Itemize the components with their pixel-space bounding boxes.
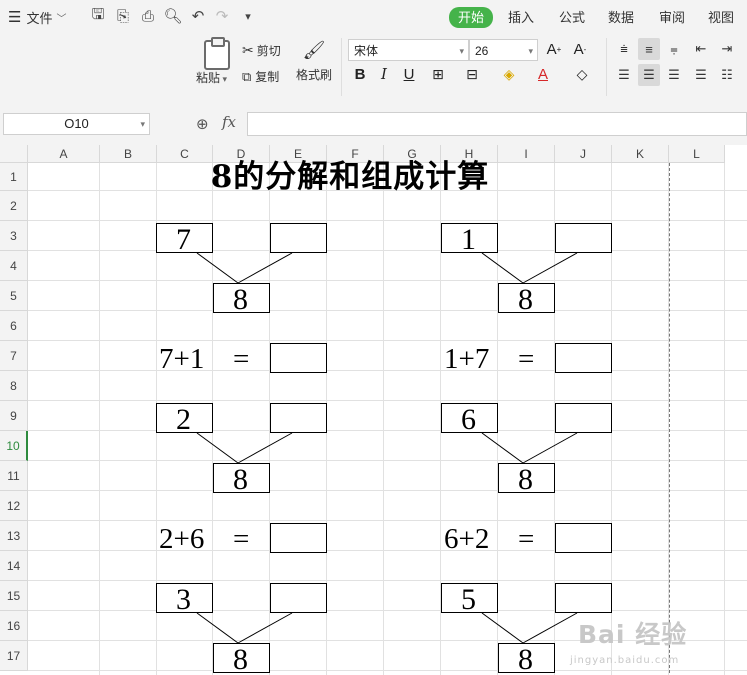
tab-insert[interactable]: 插入 <box>508 8 534 28</box>
right-equals-2: = <box>518 523 535 555</box>
cut-button[interactable]: ✂ 剪切 <box>242 42 281 59</box>
print-icon[interactable]: ⎙ <box>138 6 158 26</box>
cut-label: 剪切 <box>256 44 281 58</box>
format-painter-icon: 🖌︎ <box>302 40 326 60</box>
format-painter-label: 格式刷 <box>296 68 333 82</box>
font-name-select[interactable]: 宋体 ▾ <box>348 39 469 61</box>
left-answer-box-3[interactable] <box>270 583 327 613</box>
tab-review[interactable]: 审阅 <box>659 8 685 28</box>
border-icon[interactable]: ⊞ <box>428 62 448 86</box>
chevron-down-icon: ▾ <box>140 119 145 129</box>
paste-icon <box>204 37 230 70</box>
chevron-down-icon: ﹀ <box>56 13 67 25</box>
align-top-icon[interactable]: ⩧ <box>613 38 635 60</box>
align-bottom-icon[interactable]: ⩦ <box>663 38 685 60</box>
hamburger-icon: ☰ <box>8 9 22 26</box>
font-size-select[interactable]: 26 ▾ <box>469 39 538 61</box>
align-middle-icon[interactable]: ≡ <box>638 38 660 60</box>
copy-icon: ⧉ <box>242 68 252 84</box>
copy-label: 复制 <box>255 70 280 84</box>
right-equation-answer-box-1[interactable] <box>555 343 612 373</box>
right-bottom-number-2: 8 <box>518 463 533 496</box>
tab-formula[interactable]: 公式 <box>559 8 585 28</box>
save-icon[interactable]: 🖫 <box>88 6 108 26</box>
right-bottom-number-1: 8 <box>518 283 533 316</box>
left-top-number-2: 2 <box>176 403 191 436</box>
format-painter-button[interactable]: 🖌︎ 格式刷 <box>296 40 332 83</box>
fx-icon[interactable]: fx <box>222 113 236 131</box>
watermark-url: jingyan.baidu.com <box>570 655 680 666</box>
right-equation-answer-box-2[interactable] <box>555 523 612 553</box>
left-answer-box-2[interactable] <box>270 403 327 433</box>
right-bottom-number-3: 8 <box>518 643 533 675</box>
underline-icon[interactable]: U <box>399 62 419 86</box>
print-preview-icon[interactable]: 🔍︎ <box>163 6 183 26</box>
redo-icon[interactable]: ↷ <box>212 6 232 26</box>
undo-icon[interactable]: ↶ <box>188 6 208 26</box>
decrease-font-icon[interactable]: A- <box>570 37 590 61</box>
connector-lines <box>196 252 578 644</box>
italic-icon[interactable]: I <box>374 62 394 86</box>
font-size-value: 26 <box>475 44 489 58</box>
left-equation-2: 2+6 <box>159 523 205 555</box>
menu-bar: ☰ 文件 ﹀ 🖫 ⎘ ⎙ 🔍︎ ↶ ↷ ▾ 开始 插入 公式 数据 审阅 视图 <box>0 0 747 34</box>
export-icon[interactable]: ⎘ <box>113 6 133 26</box>
scissors-icon: ✂ <box>242 42 254 58</box>
name-box[interactable]: O10 ▾ <box>3 113 150 135</box>
formula-bar: O10 ▾ ⊕ fx <box>0 101 747 145</box>
align-left-icon[interactable]: ☰ <box>613 64 635 86</box>
left-equation-answer-box-1[interactable] <box>270 343 327 373</box>
font-color-icon[interactable]: A <box>533 62 553 86</box>
increase-font-icon[interactable]: A + <box>544 37 564 61</box>
right-answer-box-3[interactable] <box>555 583 612 613</box>
chevron-down-icon: ▾ <box>459 46 464 56</box>
tab-view[interactable]: 视图 <box>708 8 734 28</box>
clear-format-icon[interactable]: ◇ <box>572 62 592 86</box>
ribbon: ☰ 文件 ﹀ 🖫 ⎘ ⎙ 🔍︎ ↶ ↷ ▾ 开始 插入 公式 数据 审阅 视图 … <box>0 0 747 102</box>
right-equals-1: = <box>518 343 535 375</box>
spreadsheet-grid[interactable]: ABCDEFGHIJKL 1 2 3 4 5 6 7 8 9 10 11 12 13 14 15 16 17 8… <box>0 145 747 675</box>
right-answer-box-2[interactable] <box>555 403 612 433</box>
copy-button[interactable]: ⧉ 复制 <box>242 68 279 85</box>
left-bottom-number-1: 8 <box>233 283 248 316</box>
left-bottom-number-3: 8 <box>233 643 248 675</box>
right-top-number-2: 6 <box>461 403 476 436</box>
left-top-number-1: 7 <box>176 223 191 256</box>
fill-color-icon[interactable]: ◈ <box>499 62 519 86</box>
align-center-icon[interactable]: ☰ <box>638 64 660 86</box>
left-equation-answer-box-2[interactable] <box>270 523 327 553</box>
paste-label: 粘贴 <box>196 71 221 85</box>
left-equals-2: = <box>233 523 250 555</box>
left-top-number-3: 3 <box>176 583 191 616</box>
watermark-logo-text: Bai 经验 <box>578 620 688 649</box>
align-right-icon[interactable]: ☰ <box>663 64 685 86</box>
right-equation-1: 1+7 <box>444 343 490 375</box>
right-answer-box-1[interactable] <box>555 223 612 253</box>
distributed-align-icon[interactable]: ☷ <box>716 64 738 86</box>
left-bottom-number-2: 8 <box>233 463 248 496</box>
paste-button[interactable]: 粘贴 ▾ <box>196 37 232 88</box>
right-top-number-3: 5 <box>461 583 476 616</box>
merge-cells-icon[interactable]: ⊟ <box>462 62 482 86</box>
baidu-watermark: Bai 经验 jingyan.baidu.com <box>570 615 720 675</box>
customize-toolbar-icon[interactable]: ▾ <box>238 6 258 26</box>
zoom-function-icon[interactable]: ⊕ <box>196 115 209 133</box>
right-equation-2: 6+2 <box>444 523 490 555</box>
decrease-indent-icon[interactable]: ⇤ <box>690 38 712 60</box>
chevron-down-icon: ▾ <box>528 46 533 56</box>
file-menu[interactable]: ☰ 文件 ﹀ <box>8 7 66 27</box>
formula-input[interactable] <box>247 112 747 136</box>
left-answer-box-1[interactable] <box>270 223 327 253</box>
tab-data[interactable]: 数据 <box>608 8 634 28</box>
cell-reference: O10 <box>64 116 89 131</box>
left-equals-1: = <box>233 343 250 375</box>
font-name-value: 宋体 <box>354 44 379 58</box>
left-equation-1: 7+1 <box>159 343 205 375</box>
file-menu-label: 文件 <box>26 10 53 26</box>
tab-home[interactable]: 开始 <box>449 7 494 28</box>
right-top-number-1: 1 <box>461 223 476 256</box>
increase-indent-icon[interactable]: ⇥ <box>716 38 738 60</box>
justify-icon[interactable]: ☰ <box>690 64 712 86</box>
bold-icon[interactable]: B <box>350 62 370 86</box>
